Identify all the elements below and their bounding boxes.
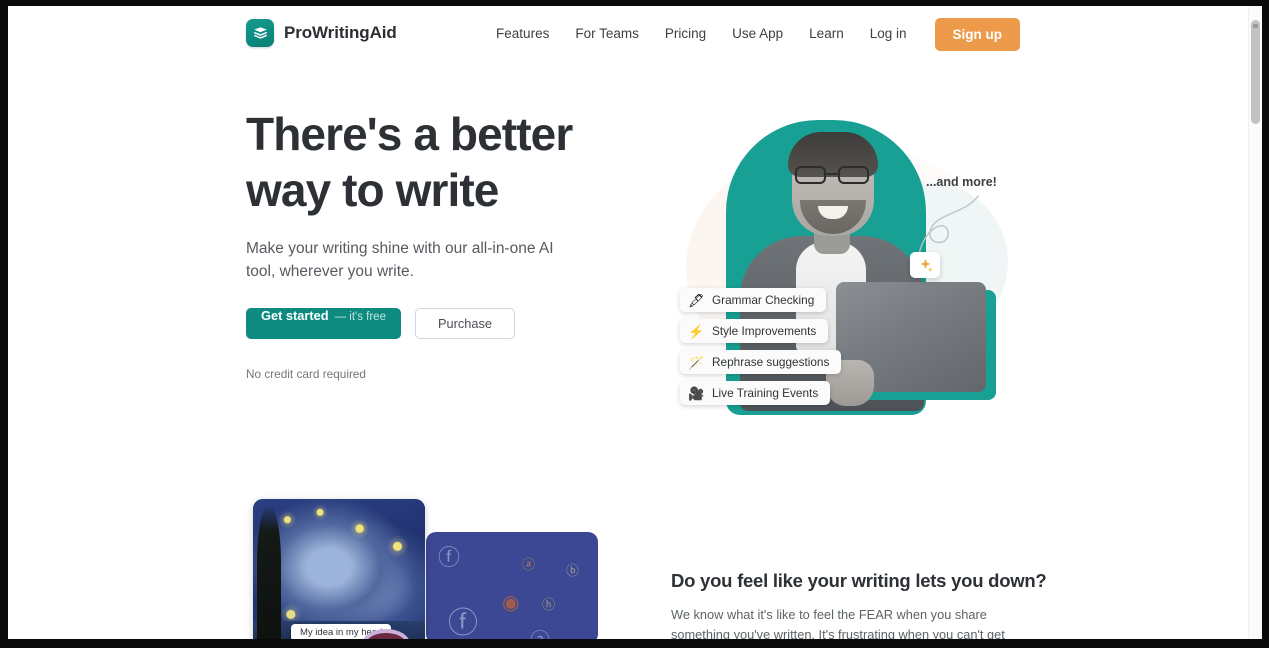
nav-link-features[interactable]: Features [483,6,562,62]
screen: ProWritingAid Features For Teams Pricing… [0,0,1269,648]
eyeglasses-icon [793,166,873,184]
feature-chip-label: Rephrase suggestions [712,355,830,369]
scrollbar-thumb[interactable] [1251,20,1260,124]
feature-chip-label: Grammar Checking [712,293,815,307]
site-header: ProWritingAid Features For Teams Pricing… [8,6,1248,62]
get-started-sublabel: — it's free [334,311,386,323]
window-frame-right [1262,0,1269,648]
quill-pen-icon: 🖋 [688,292,705,308]
and-more-callout: ...and more! [926,175,997,189]
feature-chip-label: Style Improvements [712,324,817,338]
section-copy: Do you feel like your writing lets you d… [671,570,1047,639]
feature-chip-label: Live Training Events [712,386,819,400]
nav-link-learn[interactable]: Learn [796,6,857,62]
movie-camera-icon: 🎥 [688,385,705,401]
brand-logo-link[interactable]: ProWritingAid [246,19,397,47]
feature-chip-style-improvements[interactable]: ⚡ Style Improvements [680,319,829,343]
main-navigation: Features For Teams Pricing Use App Learn… [483,6,1020,62]
get-started-button[interactable]: Get started — it's free [246,308,401,339]
vertical-scrollbar[interactable] [1248,6,1262,639]
web-page: ProWritingAid Features For Teams Pricing… [8,6,1248,639]
purchase-button[interactable]: Purchase [414,308,516,339]
starry-night-painting: My idea in my head [253,499,425,639]
hero-title: There's a better way to write [246,108,573,216]
sparkles-icon [910,252,940,278]
hero-copy: There's a better way to write Make your … [246,106,646,381]
hero-illustration: ...and more! 🖋 Grammar Checking ⚡ Style … [668,112,1028,442]
browser-viewport: ProWritingAid Features For Teams Pricing… [8,6,1262,639]
no-credit-card-note: No credit card required [246,367,366,381]
gallery-illustration: ⓕ ⓐ ⓑ ◉ ⓗ ⓕ ⓐ My idea in my head [246,499,606,639]
nav-link-log-in[interactable]: Log in [857,6,920,62]
section-title: Do you feel like your writing lets you d… [671,570,1047,591]
blue-doodle-panel: ⓕ ⓐ ⓑ ◉ ⓗ ⓕ ⓐ [426,532,598,639]
lightning-bolt-icon: ⚡ [688,323,705,339]
section-body: We know what it's like to feel the FEAR … [671,607,1005,639]
feature-chip-live-training-events[interactable]: 🎥 Live Training Events [680,381,831,405]
feature-chip-rephrase-suggestions[interactable]: 🪄 Rephrase suggestions [680,350,842,374]
hero-subtitle: Make your writing shine with our all-in-… [246,240,554,280]
get-started-label: Get started [261,308,329,323]
nav-link-for-teams[interactable]: For Teams [562,6,652,62]
hero-actions: Get started — it's free Purchase [246,308,646,339]
window-frame-left [0,0,8,648]
scrollbar-thumb-grip [1253,24,1258,28]
window-frame-bottom [0,639,1269,648]
starry-night-cypress-tree [257,505,281,639]
feature-chip-list: 🖋 Grammar Checking ⚡ Style Improvements … [680,288,842,405]
nav-link-pricing[interactable]: Pricing [652,6,719,62]
prowritingaid-book-logo-icon [246,19,274,47]
feature-chip-grammar-checking[interactable]: 🖋 Grammar Checking [680,288,827,312]
sign-up-button[interactable]: Sign up [934,17,1020,51]
magic-wand-icon: 🪄 [688,354,705,370]
hero-section: There's a better way to write Make your … [8,62,1248,482]
nav-link-use-app[interactable]: Use App [719,6,796,62]
writing-lets-you-down-section: ⓕ ⓐ ⓑ ◉ ⓗ ⓕ ⓐ My idea in my head [8,482,1248,639]
brand-name: ProWritingAid [284,23,397,42]
